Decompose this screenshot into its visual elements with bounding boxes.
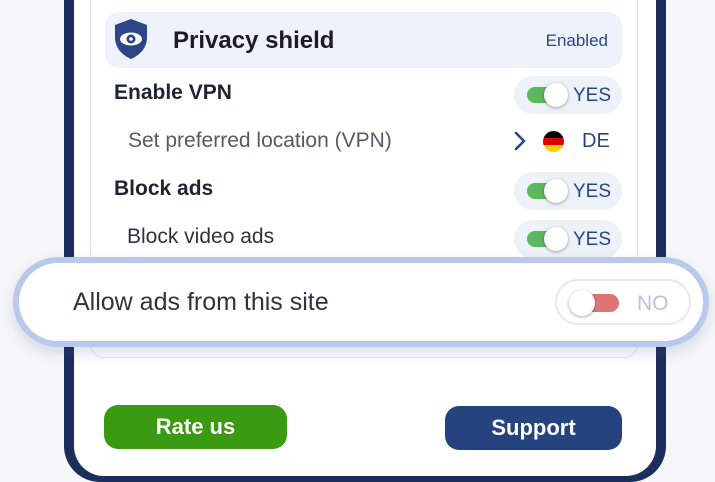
chevron-right-icon[interactable]	[512, 130, 528, 152]
privacy-shield-title: Privacy shield	[173, 27, 335, 54]
rate-us-button[interactable]: Rate us	[104, 405, 287, 449]
privacy-shield-status: Enabled	[545, 31, 608, 50]
block-video-ads-label: Block video ads	[127, 225, 275, 248]
enable-vpn-label: Enable VPN	[114, 81, 232, 104]
block-ads-toggle[interactable]: YES	[514, 172, 622, 210]
toggle-state-label: YES	[573, 229, 612, 250]
germany-flag-icon	[543, 131, 564, 152]
allow-ads-label: Allow ads from this site	[73, 288, 329, 316]
toggle-state-label: NO	[637, 292, 669, 315]
block-ads-label: Block ads	[114, 177, 214, 200]
toggle-state-label: YES	[573, 181, 612, 202]
toggle-knob	[544, 227, 568, 251]
block-video-ads-toggle[interactable]: YES	[514, 220, 622, 258]
toggle-knob	[569, 290, 595, 316]
toggle-state-label: YES	[573, 85, 612, 106]
toggle-knob	[544, 83, 568, 107]
allow-ads-highlight: Allow ads from this site NO	[13, 257, 709, 347]
eye-shield-icon	[115, 19, 147, 59]
enable-vpn-toggle[interactable]: YES	[514, 76, 622, 114]
allow-ads-toggle[interactable]: NO	[555, 279, 691, 325]
preferred-location-label: Set preferred location (VPN)	[128, 129, 392, 152]
preferred-location-value[interactable]: DE	[582, 130, 610, 153]
toggle-knob	[544, 179, 568, 203]
allow-ads-row: Allow ads from this site NO	[19, 263, 703, 341]
support-button[interactable]: Support	[445, 406, 622, 450]
privacy-shield-header[interactable]: Privacy shield Enabled	[105, 12, 622, 68]
